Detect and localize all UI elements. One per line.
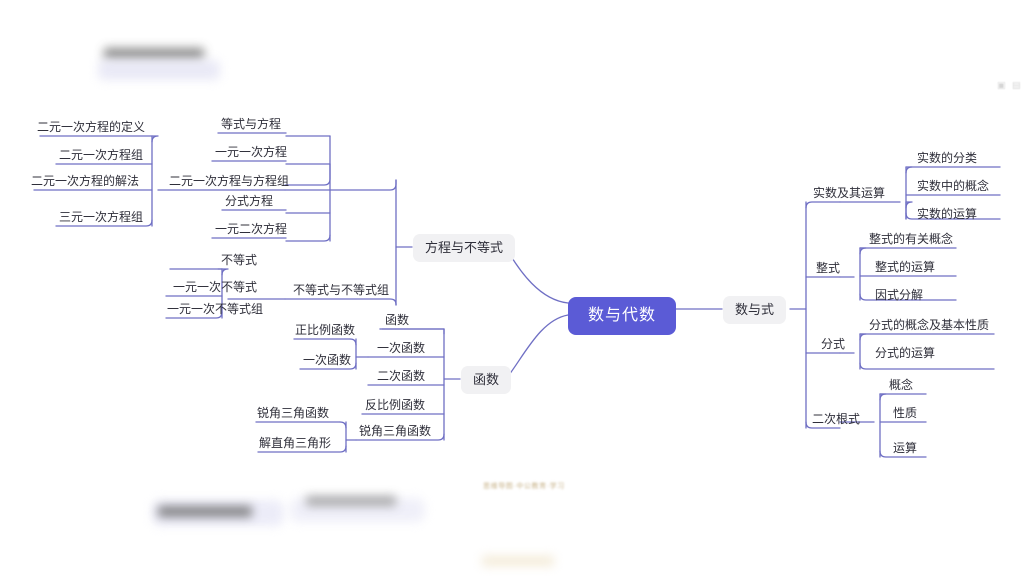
leaf-ternary-linear-system[interactable]: 三元一次方程组	[56, 209, 146, 227]
branch-functions[interactable]: 函数	[461, 366, 512, 394]
leaf-factorization[interactable]: 因式分解	[872, 287, 926, 305]
leaf-acute-trig-function[interactable]: 锐角三角函数	[254, 405, 332, 423]
leaf-real-number-operations[interactable]: 实数的运算	[914, 206, 980, 224]
leaf-one-var-linear-inequality[interactable]: 一元一次不等式	[170, 279, 260, 297]
leaf-fraction-operations[interactable]: 分式的运算	[872, 345, 938, 363]
leaf-binary-linear-system[interactable]: 二元一次方程组	[56, 147, 146, 165]
leaf-real-number-classification[interactable]: 实数的分类	[914, 150, 980, 168]
branch-equations-inequalities[interactable]: 方程与不等式	[413, 234, 516, 262]
leaf-radical-concept[interactable]: 概念	[886, 377, 916, 395]
leaf-polynomial-concepts[interactable]: 整式的有关概念	[866, 231, 956, 249]
watermark: 思维导图·中公教育·学习	[483, 483, 565, 490]
leaf-solve-right-triangle[interactable]: 解直角三角形	[256, 435, 334, 453]
blurred-artifact-bottom-left-text	[158, 506, 252, 517]
leaf-binary-linear-solution[interactable]: 二元一次方程的解法	[28, 173, 142, 191]
subnode-fraction[interactable]: 分式	[818, 336, 848, 354]
branch-numbers-expressions[interactable]: 数与式	[723, 296, 787, 324]
top-right-icons: ▣ ▤	[997, 80, 1023, 90]
leaf-linear-function[interactable]: 一次函数	[300, 352, 354, 370]
subnode-inequalities-group[interactable]: 不等式与不等式组	[290, 282, 392, 300]
leaf-real-number-concepts[interactable]: 实数中的概念	[914, 178, 992, 196]
subnode-acute-trig-function[interactable]: 锐角三角函数	[356, 423, 434, 441]
blurred-artifact-bottom-mid-text	[306, 496, 396, 506]
leaf-fractional-equation[interactable]: 分式方程	[222, 193, 276, 211]
leaf-one-var-quadratic-equation[interactable]: 一元二次方程	[212, 221, 290, 239]
subnode-inverse-function[interactable]: 反比例函数	[362, 397, 428, 415]
leaf-radical-property[interactable]: 性质	[890, 405, 920, 423]
leaf-fraction-concepts-properties[interactable]: 分式的概念及基本性质	[866, 317, 992, 335]
subnode-quadratic-radical[interactable]: 二次根式	[809, 411, 863, 429]
subnode-polynomial[interactable]: 整式	[813, 260, 843, 278]
subnode-binary-linear-equations[interactable]: 二元一次方程与方程组	[166, 173, 292, 191]
leaf-radical-operation[interactable]: 运算	[890, 440, 920, 458]
leaf-binary-linear-definition[interactable]: 二元一次方程的定义	[34, 119, 148, 137]
leaf-inequality[interactable]: 不等式	[218, 252, 260, 270]
mindmap-canvas: 思维导图·中公教育·学习 ▣ ▤ 数与代数 方程与不等式 函数 数与式 二元一次…	[0, 0, 1024, 576]
subnode-real-numbers[interactable]: 实数及其运算	[810, 185, 888, 203]
leaf-direct-proportion-function[interactable]: 正比例函数	[292, 322, 358, 340]
blurred-artifact-bottom-right	[482, 556, 554, 566]
blurred-artifact-top	[104, 48, 204, 60]
leaf-polynomial-operations[interactable]: 整式的运算	[872, 259, 938, 277]
subnode-linear-function[interactable]: 一次函数	[374, 340, 428, 358]
leaf-one-var-linear-inequality-group[interactable]: 一元一次不等式组	[164, 301, 266, 319]
subnode-quadratic-function[interactable]: 二次函数	[374, 368, 428, 386]
leaf-one-var-linear-equation[interactable]: 一元一次方程	[212, 144, 290, 162]
root-node[interactable]: 数与代数	[568, 297, 677, 335]
blurred-artifact-top-panel	[98, 60, 220, 80]
subnode-function[interactable]: 函数	[382, 312, 412, 330]
leaf-identity-equation[interactable]: 等式与方程	[218, 116, 284, 134]
